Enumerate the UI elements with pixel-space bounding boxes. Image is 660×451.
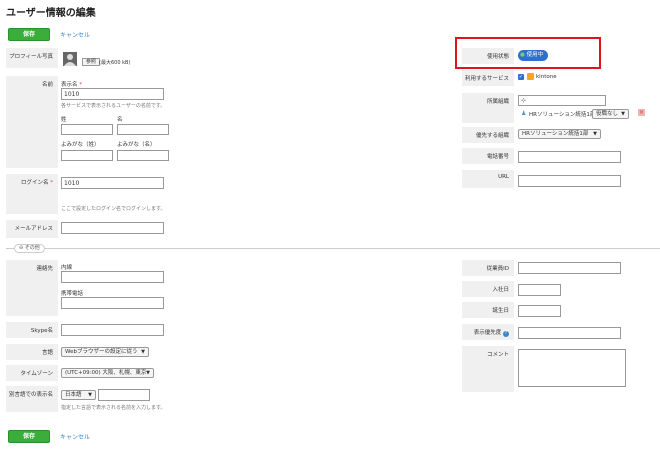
check-circle-icon: ● (520, 52, 525, 58)
first-kana-input[interactable] (117, 150, 169, 161)
photo-size-hint: (最大600 kB) (99, 60, 131, 66)
save-button-top[interactable]: 保存 (8, 28, 50, 41)
dropdown-arrow-icon: ▼ (593, 131, 597, 137)
url-label: URL (462, 170, 514, 188)
display-name-hint: 各サービスで表示されるユーザーの名前です。 (61, 103, 166, 109)
kintone-checkbox[interactable]: ✓ (518, 74, 524, 80)
org-name: HRソリューション統括1部 (529, 112, 596, 118)
user-silhouette-icon (64, 54, 76, 66)
comment-label: コメント (462, 346, 514, 392)
dropdown-arrow-icon: ▼ (621, 111, 625, 117)
join-date-input[interactable] (518, 284, 561, 296)
birthday-label: 誕生日 (462, 302, 514, 318)
alt-language-hint: 指定した言語で表示される名前を入力します。 (61, 405, 166, 411)
alt-language-input[interactable] (98, 389, 150, 401)
birthday-input[interactable] (518, 305, 561, 317)
employee-id-input[interactable] (518, 262, 621, 274)
employee-id-label: 従業員ID (462, 260, 514, 276)
org-tree-icon: ⊹ (521, 97, 527, 104)
priority-label: 表示優先度 ? (462, 324, 514, 340)
mobile-input[interactable] (61, 297, 164, 309)
skype-input[interactable] (61, 324, 164, 336)
extension-label: 内線 (61, 265, 73, 271)
remove-org-icon[interactable]: × (638, 109, 645, 116)
first-kana-label: よみがな（名） (117, 142, 156, 148)
save-button-bottom[interactable]: 保存 (8, 430, 50, 443)
page-title: ユーザー情報の編集 (6, 8, 96, 19)
dropdown-arrow-icon: ▼ (88, 392, 92, 398)
skype-label: Skype名 (6, 322, 58, 338)
cancel-link-top[interactable]: キャンセル (60, 30, 90, 39)
status-label: 使用状態 (462, 48, 514, 64)
first-name-input[interactable] (117, 124, 169, 135)
mobile-label: 携帯電話 (61, 291, 84, 297)
comment-textarea[interactable] (518, 349, 626, 387)
extension-input[interactable] (61, 271, 164, 283)
login-name-input[interactable]: 1010 (61, 177, 164, 189)
dropdown-arrow-icon: ▼ (146, 370, 150, 376)
alt-language-select[interactable]: 日本語 ▼ (61, 390, 96, 400)
profile-photo-label: プロフィール写真 (6, 48, 58, 68)
dropdown-arrow-icon: ▼ (141, 349, 145, 355)
primary-org-select[interactable]: HRソリューション統括1部 ▼ (518, 129, 601, 139)
language-select[interactable]: Webブラウザーの設定に従う ▼ (61, 347, 149, 357)
last-name-label: 姓 (61, 117, 67, 123)
org-search-input[interactable]: ⊹ (518, 95, 606, 106)
org-person-icon: ♟ (521, 110, 527, 117)
last-kana-label: よみがな（姓） (61, 142, 100, 148)
contact-label: 連絡先 (6, 260, 58, 316)
language-label: 言語 (6, 344, 58, 360)
login-name-label: ログイン名 * (6, 174, 58, 214)
minus-icon: ⊖ (19, 245, 24, 251)
primary-org-label: 優先する組織 (462, 127, 514, 143)
help-icon[interactable]: ? (503, 331, 509, 337)
photo-browse-button[interactable]: 参照 (82, 58, 101, 66)
url-input[interactable] (518, 175, 621, 187)
org-role-select[interactable]: 役職なし ▼ (592, 109, 629, 119)
display-name-input[interactable]: 1010 (61, 88, 164, 100)
email-label: メールアドレス (6, 220, 58, 238)
login-name-hint: ここで設定したログイン名でログインします。 (61, 206, 166, 212)
avatar (63, 52, 77, 66)
phone-input[interactable] (518, 151, 621, 163)
services-label: 利用するサービス (462, 70, 514, 86)
priority-input[interactable] (518, 327, 621, 339)
alt-language-label: 別言語での表示名 (6, 386, 58, 412)
email-input[interactable] (61, 222, 164, 234)
timezone-label: タイムゾーン (6, 365, 58, 381)
last-kana-input[interactable] (61, 150, 113, 161)
phone-label: 電話番号 (462, 148, 514, 164)
name-label: 名前 (6, 76, 58, 168)
org-label: 所属組織 (462, 93, 514, 123)
status-toggle[interactable]: ● 使用中 (518, 50, 549, 61)
last-name-input[interactable] (61, 124, 113, 135)
other-toggle[interactable]: ⊖ その他 (14, 244, 45, 253)
cancel-link-bottom[interactable]: キャンセル (60, 432, 90, 441)
section-divider (6, 248, 660, 249)
timezone-select[interactable]: (UTC+09:00) 大阪、札幌、東京 ▼ (61, 368, 154, 378)
kintone-icon (527, 73, 534, 80)
join-date-label: 入社日 (462, 281, 514, 297)
kintone-label: kintone (536, 74, 557, 80)
first-name-label: 名 (117, 117, 123, 123)
display-name-label: 表示名 * (61, 82, 83, 88)
